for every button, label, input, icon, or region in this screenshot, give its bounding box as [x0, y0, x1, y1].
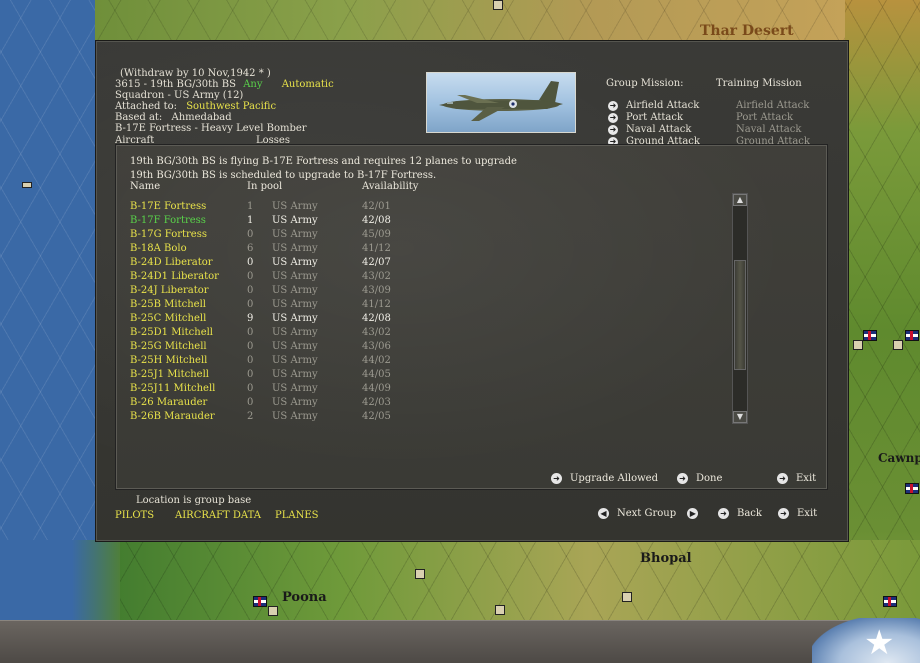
base-marker-icon[interactable] — [622, 592, 632, 602]
aircraft-row[interactable]: B-26 Marauder 0 US Army 42/03 — [130, 397, 730, 411]
attached-label: Attached to: — [115, 101, 177, 112]
base-marker-icon[interactable] — [853, 340, 863, 350]
training-option-port-attack[interactable]: Port Attack — [736, 112, 793, 123]
arrow-right-icon: ➜ — [608, 100, 618, 111]
upgrade-allowed-button[interactable]: ➜ Upgrade Allowed — [551, 473, 658, 484]
mission-option-port-attack[interactable]: ➜ Port Attack — [608, 112, 683, 123]
tab-planes[interactable]: PLANES — [275, 510, 319, 521]
allied-unit-flag-icon[interactable] — [883, 596, 897, 607]
mission-option-ground-attack[interactable]: ➜ Ground Attack — [608, 136, 700, 144]
group-id-name: 3615 - 19th BG/30th BS — [115, 79, 237, 90]
upgrade-schedule-text: 19th BG/30th BS is scheduled to upgrade … — [130, 170, 437, 181]
column-header-availability: Availability — [362, 181, 419, 192]
back-button[interactable]: ➜ Back — [718, 508, 762, 519]
aircraft-row[interactable]: B-17G Fortress 0 US Army 45/09 — [130, 229, 730, 243]
arrow-left-icon: ◀ — [598, 508, 609, 519]
base-marker-icon[interactable] — [495, 605, 505, 615]
map-label-thar-desert: Thar Desert — [700, 23, 794, 39]
aircraft-row[interactable]: B-26B Marauder 2 US Army 42/05 — [130, 411, 730, 425]
coast-area-southwest — [0, 540, 120, 625]
squadron-line: Squadron - US Army (12) — [115, 90, 244, 101]
aircraft-row[interactable]: B-24J Liberator 0 US Army 43/09 — [130, 285, 730, 299]
losses-label-partial: Losses — [256, 135, 290, 143]
location-note: Location is group base — [136, 495, 252, 506]
scroll-down-arrow-icon[interactable]: ▼ — [733, 411, 747, 423]
aircraft-row[interactable]: B-25G Mitchell 0 US Army 43/06 — [130, 341, 730, 355]
aircraft-row[interactable]: B-25J11 Mitchell 0 US Army 44/09 — [130, 383, 730, 397]
base-marker-icon[interactable] — [268, 606, 278, 616]
air-group-dialog: (Withdraw by 10 Nov,1942 * ) 3615 - 19th… — [95, 40, 849, 542]
group-any-option[interactable]: Any — [243, 79, 262, 90]
aircraft-row[interactable]: B-25H Mitchell 0 US Army 44/02 — [130, 355, 730, 369]
arrow-right-icon: ➜ — [608, 112, 618, 123]
allied-unit-flag-icon[interactable] — [863, 330, 877, 341]
training-option-ground-attack[interactable]: Ground Attack — [736, 136, 810, 144]
aircraft-upgrade-panel: 19th BG/30th BS is flying B-17E Fortress… — [115, 144, 828, 490]
scrollbar-thumb[interactable] — [734, 260, 746, 370]
aircraft-type-line: B-17E Fortress - Heavy Level Bomber — [115, 123, 307, 134]
group-automatic-option[interactable]: Automatic — [282, 79, 334, 90]
aircraft-row[interactable]: B-17E Fortress 1 US Army 42/01 — [130, 201, 730, 215]
column-header-name: Name — [130, 181, 161, 192]
exit-button[interactable]: ➜ Exit — [778, 508, 817, 519]
group-mission-label: Group Mission: — [606, 78, 684, 89]
aircraft-row[interactable]: B-25B Mitchell 0 US Army 41/12 — [130, 299, 730, 313]
tab-aircraft-data[interactable]: AIRCRAFT DATA — [175, 510, 261, 521]
base-marker-icon[interactable] — [893, 340, 903, 350]
training-option-naval-attack[interactable]: Naval Attack — [736, 124, 801, 135]
scroll-up-arrow-icon[interactable]: ▲ — [733, 194, 747, 206]
tab-pilots[interactable]: PILOTS — [115, 510, 154, 521]
allied-unit-flag-icon[interactable] — [905, 330, 919, 341]
base-marker-icon[interactable] — [415, 569, 425, 579]
land-area-north — [95, 0, 920, 45]
arrow-right-icon: ➜ — [778, 508, 789, 519]
group-id-line: 3615 - 19th BG/30th BS Any Automatic — [115, 79, 334, 90]
based-value: Ahmedabad — [171, 112, 232, 123]
ship-marker-icon[interactable] — [22, 182, 32, 188]
training-option-airfield-attack[interactable]: Airfield Attack — [736, 100, 809, 111]
aircraft-row[interactable]: B-24D Liberator 0 US Army 42/07 — [130, 257, 730, 271]
aircraft-label-partial: Aircraft — [115, 135, 155, 143]
next-group-button[interactable]: ◀ Next Group ▶ — [598, 508, 699, 519]
arrow-right-icon: ➜ — [551, 473, 562, 484]
aircraft-row[interactable]: B-25J1 Mitchell 0 US Army 44/05 — [130, 369, 730, 383]
aircraft-image — [426, 72, 576, 133]
arrow-right-icon: ➜ — [608, 136, 618, 144]
withdraw-note: (Withdraw by 10 Nov,1942 * ) — [120, 68, 271, 79]
arrow-right-icon: ➜ — [608, 124, 618, 135]
attached-line: Attached to: Southwest Pacific — [115, 101, 276, 112]
map-label-cawnpore: Cawnp — [878, 451, 920, 465]
aircraft-row-selected[interactable]: B-17F Fortress 1 US Army 42/08 — [130, 215, 730, 229]
aircraft-row[interactable]: B-24D1 Liberator 0 US Army 43/02 — [130, 271, 730, 285]
arrow-right-icon: ➜ — [718, 508, 729, 519]
allied-unit-flag-icon[interactable] — [253, 596, 267, 607]
star-emblem-icon: ★ — [812, 618, 920, 663]
based-label: Based at: — [115, 112, 163, 123]
training-mission-label: Training Mission — [716, 78, 802, 89]
allied-unit-flag-icon[interactable] — [905, 483, 919, 494]
mission-option-airfield-attack[interactable]: ➜ Airfield Attack — [608, 100, 699, 111]
map-label-bhopal: Bhopal — [640, 551, 692, 566]
aircraft-list-scrollbar[interactable]: ▲ ▼ — [732, 193, 748, 424]
base-marker-icon[interactable] — [493, 0, 503, 10]
column-header-in-pool: In pool — [247, 181, 283, 192]
bottom-toolbar — [0, 620, 920, 663]
arrow-right-icon: ▶ — [687, 508, 699, 519]
done-button[interactable]: ➜ Done — [677, 473, 722, 484]
arrow-right-icon: ➜ — [777, 473, 788, 484]
aircraft-row[interactable]: B-25C Mitchell 9 US Army 42/08 — [130, 313, 730, 327]
based-line: Based at: Ahmedabad — [115, 112, 232, 123]
aircraft-row[interactable]: B-18A Bolo 6 US Army 41/12 — [130, 243, 730, 257]
aircraft-row[interactable]: B-25D1 Mitchell 0 US Army 43/02 — [130, 327, 730, 341]
panel-exit-button[interactable]: ➜ Exit — [777, 473, 816, 484]
attached-value-link[interactable]: Southwest Pacific — [186, 101, 276, 112]
arrow-right-icon: ➜ — [677, 473, 688, 484]
upgrade-requirement-text: 19th BG/30th BS is flying B-17E Fortress… — [130, 156, 517, 167]
map-label-poona: Poona — [282, 590, 327, 605]
land-area-south — [95, 540, 920, 625]
mission-option-naval-attack[interactable]: ➜ Naval Attack — [608, 124, 691, 135]
